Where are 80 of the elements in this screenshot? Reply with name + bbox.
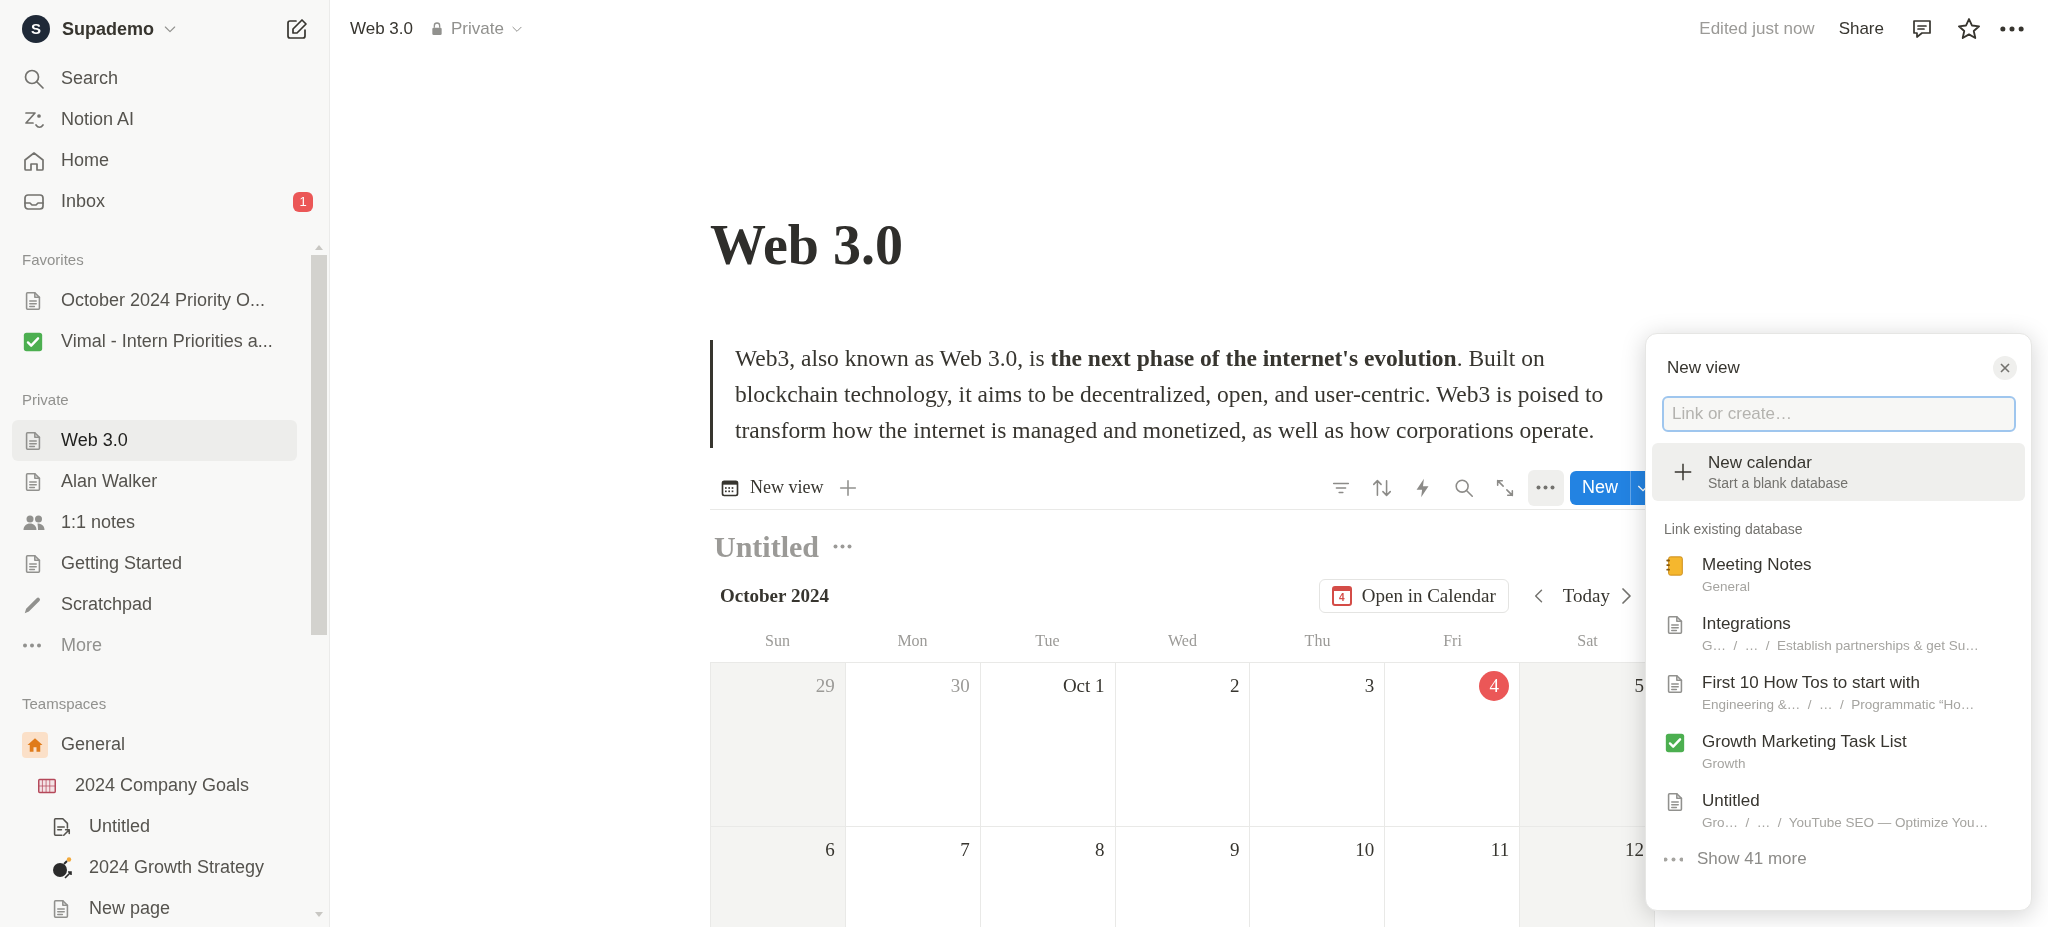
workspace-name[interactable]: Supademo	[62, 15, 154, 43]
calendar-day-cell[interactable]: 3	[1250, 663, 1386, 827]
weekday-label: Tue	[1034, 631, 1061, 651]
sidebar-item[interactable]: New page	[12, 888, 297, 927]
view-tab[interactable]: New view	[720, 474, 824, 501]
sidebar-item[interactable]: Getting Started	[12, 543, 297, 584]
new-calendar-option[interactable]: New calendar Start a blank database	[1652, 443, 2025, 501]
option-path: Growth	[1702, 755, 1747, 773]
sidebar-nav-item[interactable]: Inbox 1	[12, 181, 317, 222]
section-heading: Link existing database	[1664, 520, 1804, 539]
sidebar-nav-item[interactable]: Notion AI	[12, 99, 317, 140]
panel-title: New view	[1667, 357, 1740, 380]
database-option[interactable]: Growth Marketing Task List Growth	[1652, 724, 2025, 783]
option-title: First 10 How Tos to start with	[1702, 672, 1921, 694]
sidebar-item[interactable]: Alan Walker	[12, 461, 297, 502]
day-number: 8	[1095, 838, 1105, 862]
sidebar-nav-item[interactable]: Home	[12, 140, 317, 181]
sidebar-item[interactable]: 2024 Growth Strategy	[12, 847, 297, 888]
sidebar-item[interactable]: Scratchpad	[12, 584, 297, 625]
sidebar-item[interactable]: 1:1 notes	[12, 502, 297, 543]
weekday-label: Sat	[1576, 631, 1599, 651]
sidebar-item[interactable]: October 2024 Priority O...	[12, 280, 297, 321]
weekday-label: Sun	[764, 631, 791, 651]
sidebar-nav-item[interactable]: Search	[12, 58, 317, 99]
database-option[interactable]: First 10 How Tos to start with Engineering &… / … / Programmatic “Ho…	[1652, 665, 2025, 724]
show-more-button[interactable]: Show 41 more	[1652, 842, 2025, 876]
option-title: Growth Marketing Task List	[1702, 731, 1907, 753]
day-number: 5	[1634, 674, 1644, 698]
search-field[interactable]: Link or create…	[1662, 396, 2016, 432]
quote-paragraph: Web3, also known as Web 3.0, is the next phase of the internet's evolution. Built on blockchain technology, it aims to be decentralized, open, and user-centric. Web3 is poised to transform how the internet is managed and monetized, as well as how corporations operate.	[735, 344, 1605, 445]
day-number: 7	[960, 838, 970, 862]
section-heading: Teamspaces	[21, 693, 108, 714]
day-number: 6	[825, 838, 835, 862]
page-title: Web 3.0	[710, 213, 904, 278]
day-number: 10	[1355, 838, 1375, 862]
option-path: G… / … / Establish partnerships & get Su…	[1702, 637, 1979, 655]
day-number: 29	[815, 674, 835, 698]
option-title: Meeting Notes	[1702, 554, 1812, 576]
day-number: 30	[950, 674, 970, 698]
weekday-label: Mon	[896, 631, 929, 651]
day-number: 3	[1364, 674, 1375, 698]
today-button[interactable]: Today	[1562, 581, 1610, 611]
database-option[interactable]: Untitled Gro… / … / YouTube SEO — Optimize You…	[1652, 783, 2025, 842]
open-in-calendar-button[interactable]: 4 Open in Calendar	[1318, 579, 1509, 613]
option-description: Start a blank database	[1708, 474, 1849, 492]
calendar-day-cell[interactable]: Oct 1	[980, 663, 1116, 827]
unread-badge: 1	[293, 191, 313, 212]
day-number: 4	[1479, 671, 1510, 701]
option-path: Gro… / … / YouTube SEO — Optimize You…	[1702, 814, 1989, 832]
edited-status: Edited just now	[1699, 18, 1815, 41]
day-number: Oct 1	[1062, 674, 1105, 698]
share-button[interactable]: Share	[1834, 16, 1888, 42]
weekday-label: Wed	[1167, 631, 1198, 651]
option-path: Engineering &… / … / Programmatic “Ho…	[1702, 696, 1975, 714]
sidebar-item[interactable]: 2024 Company Goals	[12, 765, 297, 806]
database-option[interactable]: Integrations G… / … / Establish partnerships & get Su…	[1652, 606, 2025, 665]
sidebar-item[interactable]: Web 3.0	[12, 420, 297, 461]
option-title: Integrations	[1702, 613, 1792, 635]
calendar-day-cell[interactable]: 2	[1115, 663, 1251, 827]
section-heading: Favorites	[21, 249, 85, 270]
breadcrumb-link[interactable]: Web 3.0	[350, 16, 413, 42]
option-title: Untitled	[1702, 790, 1761, 812]
database-option[interactable]: Meeting Notes General	[1652, 547, 2025, 606]
calendar-day-cell[interactable]: 6	[711, 827, 846, 927]
day-number: 9	[1229, 838, 1240, 862]
day-number: 11	[1490, 838, 1510, 862]
section-heading: Private	[21, 389, 70, 410]
weekday-label: Fri	[1442, 631, 1463, 651]
day-number: 2	[1229, 674, 1240, 698]
weekday-label: Thu	[1303, 631, 1332, 651]
workspace-avatar[interactable]: S	[22, 15, 50, 43]
sidebar-item[interactable]: General	[12, 724, 297, 765]
month-label: October 2024	[720, 583, 829, 608]
sidebar-item[interactable]: Vimal - Intern Priorities a...	[12, 321, 297, 362]
option-path: General	[1702, 578, 1752, 596]
option-title: New calendar	[1708, 452, 1813, 474]
calendar-icon: 4	[1331, 586, 1352, 606]
calendar-day-cell[interactable]: 12	[1520, 827, 1655, 927]
day-number: 12	[1625, 838, 1644, 862]
sidebar-item[interactable]: Untitled	[12, 806, 297, 847]
